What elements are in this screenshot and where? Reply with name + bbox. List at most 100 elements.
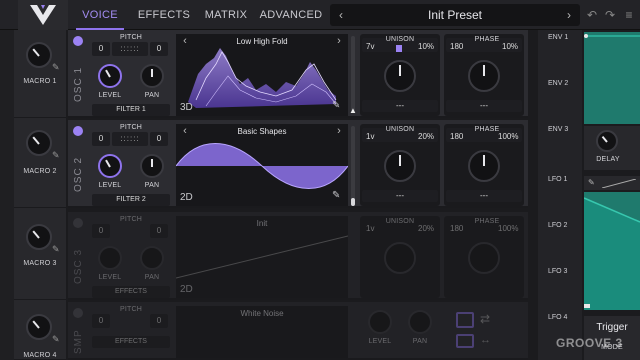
macro-2-edit-icon[interactable]: ✎ [52, 150, 62, 160]
osc-3-phase-value[interactable]: 180 [450, 224, 463, 233]
osc-2-phase-dropdown[interactable]: --- [446, 190, 522, 202]
sample-enable-toggle[interactable] [73, 308, 83, 318]
sample-loop-icon[interactable] [456, 334, 474, 348]
redo-icon[interactable]: ↷ [603, 8, 617, 22]
osc-1-phase-knob[interactable] [468, 60, 500, 92]
osc-2-filter-select[interactable]: FILTER 2 [92, 194, 170, 206]
osc-2-enable-toggle[interactable] [73, 126, 83, 136]
lfo-3-tab[interactable]: LFO 3 [548, 268, 567, 275]
macro-1-edit-icon[interactable]: ✎ [52, 62, 62, 72]
osc-2-level-knob[interactable] [98, 154, 122, 178]
sample-shuffle-icon[interactable]: ⇄ [480, 312, 498, 328]
osc-3-dimension[interactable]: 2D [180, 284, 193, 295]
osc-1-level-knob[interactable] [98, 64, 122, 88]
osc-2-pitch-dots[interactable]: :::::: [112, 132, 148, 146]
vital-logo[interactable] [18, 0, 68, 30]
osc-1-wavetable-display[interactable]: Low High Fold ‹ › 3D ✎ [176, 34, 348, 116]
sample-keytrack-icon[interactable] [456, 312, 474, 328]
sample-bounce-icon[interactable]: ↔ [480, 334, 498, 348]
sample-level-knob[interactable] [368, 310, 392, 334]
osc-1-pitch-dots[interactable]: :::::: [112, 42, 148, 56]
envelope-display[interactable] [584, 32, 640, 124]
osc-1-unison-pct[interactable]: 10% [418, 42, 434, 51]
osc-3-phase-knob[interactable] [468, 242, 500, 274]
osc-1-detune-knob[interactable] [384, 60, 416, 92]
sample-display[interactable]: White Noise [176, 306, 348, 358]
osc-3-enable-toggle[interactable] [73, 218, 83, 228]
undo-icon[interactable]: ↶ [585, 8, 599, 22]
osc-1-phase-pct[interactable]: 10% [502, 42, 518, 51]
osc-3-voices[interactable]: 1v [366, 224, 374, 233]
osc-2-detune-knob[interactable] [384, 150, 416, 182]
osc-3-effects-select[interactable]: EFFECTS [92, 286, 170, 298]
osc-2-unison-pct[interactable]: 20% [418, 132, 434, 141]
macro-2-knob[interactable] [26, 130, 52, 156]
osc-2-phase-knob[interactable] [468, 150, 500, 182]
osc-3-detune-knob[interactable] [384, 242, 416, 274]
osc-1-dimension[interactable]: 3D [180, 102, 193, 113]
lfo-2-tab[interactable]: LFO 2 [548, 222, 567, 229]
osc-2-semitone-value[interactable]: 0 [150, 132, 168, 146]
macro-3-edit-icon[interactable]: ✎ [52, 244, 62, 254]
osc-2-pan-knob[interactable] [140, 154, 164, 178]
osc-2-phase-pct[interactable]: 100% [498, 132, 518, 141]
macro-4-edit-icon[interactable]: ✎ [52, 334, 62, 344]
osc-1-unison-dropdown[interactable]: --- [362, 100, 438, 112]
macro-3-knob[interactable] [26, 224, 52, 250]
osc-1-phase-value[interactable]: 180 [450, 42, 463, 51]
osc-2-spectral-morph-bar[interactable] [351, 126, 355, 202]
sample-octave-value[interactable]: 0 [92, 314, 110, 328]
osc-2-voices[interactable]: 1v [366, 132, 374, 141]
osc-3-unison-pct[interactable]: 20% [418, 224, 434, 233]
osc-3-octave-value[interactable]: 0 [92, 224, 110, 238]
lfo-ramp-preview-icon[interactable] [602, 179, 636, 188]
preset-next-button[interactable]: › [562, 4, 576, 26]
preset-prev-button[interactable]: ‹ [334, 4, 348, 26]
osc-2-wavetable-prev[interactable]: ‹ [178, 120, 192, 142]
osc-1-voices[interactable]: 7v [366, 42, 374, 51]
lfo-trigger-mode[interactable]: Trigger [588, 322, 636, 333]
tab-effects[interactable]: EFFECTS [136, 0, 192, 30]
lfo-1-tab[interactable]: LFO 1 [548, 176, 567, 183]
sample-semitone-value[interactable]: 0 [150, 314, 168, 328]
tab-matrix[interactable]: MATRIX [200, 0, 252, 30]
osc-1-pan-knob[interactable] [140, 64, 164, 88]
osc-3-phase-pct[interactable]: 100% [498, 224, 518, 233]
macro-4-knob[interactable] [26, 314, 52, 340]
osc-1-wavetable-next[interactable]: › [332, 30, 346, 52]
sample-effects-select[interactable]: EFFECTS [92, 336, 170, 348]
tab-voice[interactable]: VOICE [76, 0, 124, 30]
osc-1-filter-select[interactable]: FILTER 1 [92, 104, 170, 116]
osc-3-wavetable-display[interactable]: Init 2D [175, 216, 349, 298]
lfo-4-tab[interactable]: LFO 4 [548, 314, 567, 321]
env-2-tab[interactable]: ENV 2 [548, 80, 568, 87]
delay-knob[interactable] [596, 130, 618, 152]
osc-2-unison-dropdown[interactable]: --- [362, 190, 438, 202]
osc-3-pan-knob[interactable] [140, 246, 164, 270]
macro-1-knob[interactable] [26, 42, 52, 68]
env-1-tab[interactable]: ENV 1 [548, 34, 568, 41]
osc-1-phase-dropdown[interactable]: --- [446, 100, 522, 112]
osc-2-wavetable-next[interactable]: › [332, 120, 346, 142]
sample-pan-knob[interactable] [408, 310, 432, 334]
osc-2-octave-value[interactable]: 0 [92, 132, 110, 146]
osc-1-semitone-value[interactable]: 0 [150, 42, 168, 56]
osc-3-level-knob[interactable] [98, 246, 122, 270]
lfo-display[interactable] [583, 192, 640, 310]
tab-advanced[interactable]: ADVANCED [258, 0, 324, 30]
preset-selector[interactable]: Init Preset ‹ › [330, 4, 580, 26]
osc-2-phase-value[interactable]: 180 [450, 132, 463, 141]
osc-1-edit-icon[interactable]: ✎ [332, 100, 340, 111]
osc-2-wavetable-display[interactable]: Basic Shapes ‹ › 2D ✎ [175, 124, 349, 206]
osc-3-semitone-value[interactable]: 0 [150, 224, 168, 238]
osc-1-octave-value[interactable]: 0 [92, 42, 110, 56]
osc-1-enable-toggle[interactable] [73, 36, 83, 46]
osc-2-dimension[interactable]: 2D [180, 192, 193, 203]
lfo-edit-icon[interactable]: ✎ [588, 178, 595, 187]
osc-1-spectral-morph-bar[interactable] [351, 36, 355, 112]
menu-icon[interactable]: ≡ [622, 8, 636, 22]
osc-1-wavetable-prev[interactable]: ‹ [178, 30, 192, 52]
osc-2-morph-handle[interactable] [351, 198, 355, 206]
osc-2-edit-icon[interactable]: ✎ [332, 190, 340, 201]
env-3-tab[interactable]: ENV 3 [548, 126, 568, 133]
